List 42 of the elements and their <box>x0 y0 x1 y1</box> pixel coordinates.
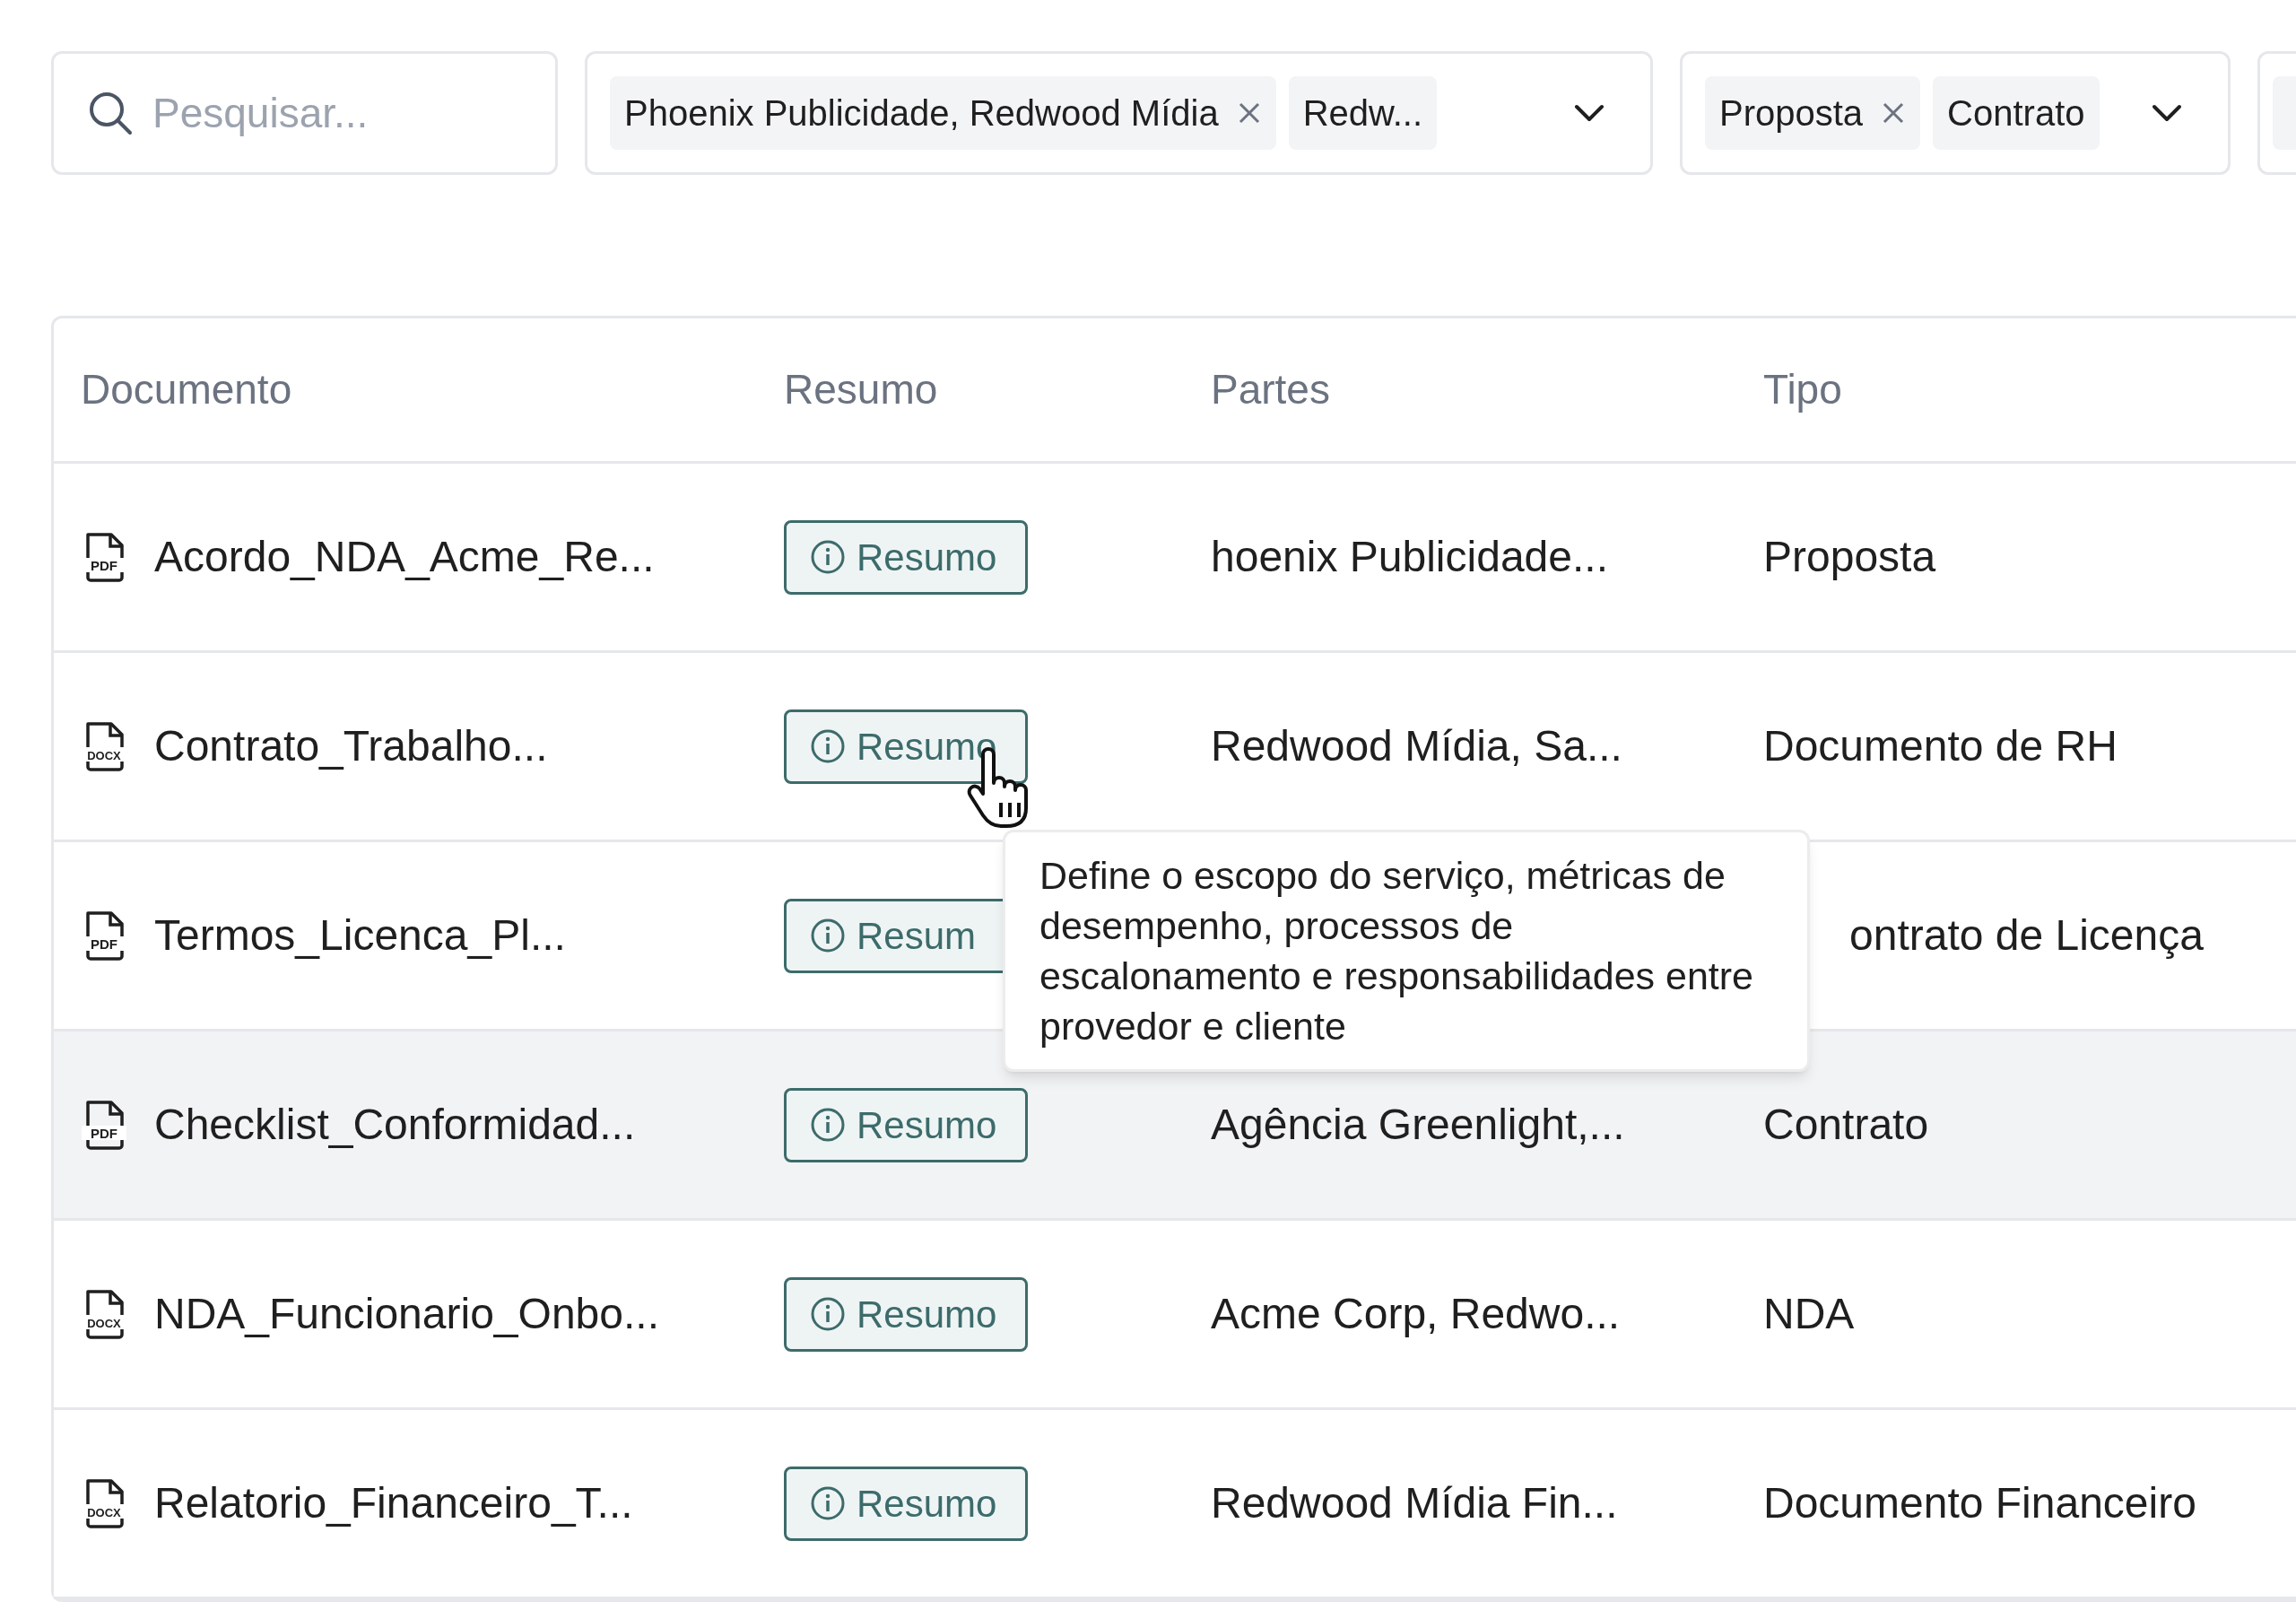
document-name: Contrato_Trabalho... <box>154 721 548 771</box>
info-icon <box>810 1485 846 1521</box>
column-header: Tipo <box>1763 365 1842 414</box>
info-icon <box>810 1107 846 1143</box>
chevron-down-icon[interactable] <box>1573 102 1605 124</box>
document-name: Termos_Licenca_Pl... <box>154 910 566 961</box>
summary-button[interactable]: Resumo <box>784 1087 1028 1162</box>
parties-text: Redwood Mídia, Sa... <box>1211 722 1622 770</box>
chevron-down-icon[interactable] <box>2151 102 2183 124</box>
column-header: Documento <box>81 365 292 414</box>
document-name: Relatorio_Financeiro_T... <box>154 1478 633 1528</box>
type-text: Proposta <box>1763 533 1936 580</box>
type-text: ontrato de Licença <box>1849 911 2204 959</box>
document-name: Checklist_Conformidad... <box>154 1100 636 1150</box>
filter-chip[interactable]: Proposta <box>1705 76 1921 150</box>
type-text: Documento Financeiro <box>1763 1479 2196 1527</box>
column-header: Partes <box>1211 365 1330 414</box>
summary-button[interactable]: Resumo <box>784 519 1028 595</box>
parties-text: Agência Greenlight,... <box>1211 1101 1625 1148</box>
filter-chip[interactable]: Redw... <box>1288 76 1438 150</box>
search-field[interactable]: Pesquisar... <box>51 51 558 175</box>
type-text: Contrato <box>1763 1101 1929 1148</box>
info-icon <box>810 1296 846 1332</box>
type-text: NDA <box>1763 1290 1855 1337</box>
parties-text: Redwood Mídia Fin... <box>1211 1479 1618 1527</box>
document-name: Acordo_NDA_Acme_Re... <box>154 532 655 582</box>
parties-text: hoenix Publicidade... <box>1211 533 1608 580</box>
filter-chip[interactable]: Contrato <box>1933 76 2100 150</box>
tooltip: Define o escopo do serviço, métricas de desempenho, processos de escalonamento e responsabilidades entre provedor e cliente <box>1003 830 1810 1072</box>
summary-button[interactable]: Resumo <box>784 1466 1028 1541</box>
info-icon <box>810 539 846 575</box>
type-text: Documento de RH <box>1763 722 2118 770</box>
info-icon <box>810 918 846 953</box>
parties-text: Acme Corp, Redwo... <box>1211 1290 1621 1337</box>
info-icon <box>810 728 846 764</box>
column-header: Resumo <box>784 365 938 414</box>
summary-button[interactable]: Resumo <box>784 1276 1028 1352</box>
document-name: NDA_Funcionario_Onbo... <box>154 1289 659 1339</box>
search-icon <box>87 90 134 136</box>
filter-dropdown[interactable]: Proposta Contrato <box>1680 51 2231 175</box>
filter-chip[interactable]: Phoenix Publicidade, Redwood Mídia <box>610 76 1276 150</box>
filter-dropdown[interactable]: Phoenix Publicidade, Redwood Mídia Redw... <box>585 51 1653 175</box>
